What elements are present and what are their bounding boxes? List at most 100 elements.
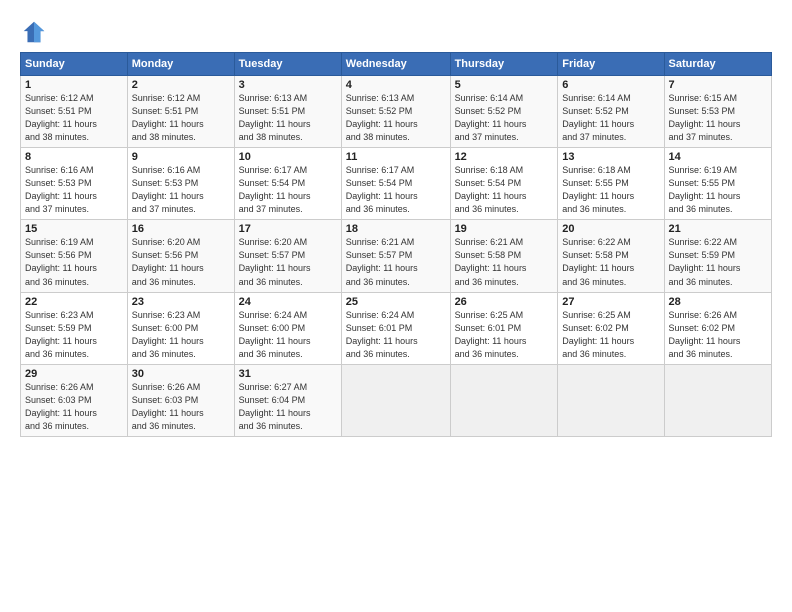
calendar-header-thursday: Thursday — [450, 53, 558, 76]
calendar-cell: 15Sunrise: 6:19 AMSunset: 5:56 PMDayligh… — [21, 220, 128, 292]
calendar-cell — [664, 364, 771, 436]
day-number: 1 — [25, 79, 123, 91]
day-info: Sunrise: 6:25 AMSunset: 6:01 PMDaylight:… — [455, 309, 554, 361]
day-number: 2 — [132, 79, 230, 91]
calendar-cell — [450, 364, 558, 436]
day-info: Sunrise: 6:22 AMSunset: 5:59 PMDaylight:… — [669, 236, 767, 288]
calendar-week-2: 8Sunrise: 6:16 AMSunset: 5:53 PMDaylight… — [21, 148, 772, 220]
calendar-cell: 12Sunrise: 6:18 AMSunset: 5:54 PMDayligh… — [450, 148, 558, 220]
calendar-header-tuesday: Tuesday — [234, 53, 341, 76]
calendar-header-monday: Monday — [127, 53, 234, 76]
calendar-cell: 10Sunrise: 6:17 AMSunset: 5:54 PMDayligh… — [234, 148, 341, 220]
day-number: 30 — [132, 368, 230, 380]
calendar-cell: 27Sunrise: 6:25 AMSunset: 6:02 PMDayligh… — [558, 292, 664, 364]
day-number: 17 — [239, 223, 337, 235]
day-number: 21 — [669, 223, 767, 235]
calendar-header-sunday: Sunday — [21, 53, 128, 76]
calendar-cell: 20Sunrise: 6:22 AMSunset: 5:58 PMDayligh… — [558, 220, 664, 292]
calendar-header-row: SundayMondayTuesdayWednesdayThursdayFrid… — [21, 53, 772, 76]
day-info: Sunrise: 6:26 AMSunset: 6:02 PMDaylight:… — [669, 309, 767, 361]
day-info: Sunrise: 6:15 AMSunset: 5:53 PMDaylight:… — [669, 92, 767, 144]
day-number: 19 — [455, 223, 554, 235]
day-number: 10 — [239, 151, 337, 163]
day-number: 9 — [132, 151, 230, 163]
day-number: 31 — [239, 368, 337, 380]
day-info: Sunrise: 6:25 AMSunset: 6:02 PMDaylight:… — [562, 309, 659, 361]
day-info: Sunrise: 6:12 AMSunset: 5:51 PMDaylight:… — [132, 92, 230, 144]
day-info: Sunrise: 6:23 AMSunset: 6:00 PMDaylight:… — [132, 309, 230, 361]
page: SundayMondayTuesdayWednesdayThursdayFrid… — [0, 0, 792, 612]
day-number: 16 — [132, 223, 230, 235]
day-number: 24 — [239, 296, 337, 308]
day-number: 6 — [562, 79, 659, 91]
day-info: Sunrise: 6:18 AMSunset: 5:54 PMDaylight:… — [455, 164, 554, 216]
calendar-cell: 24Sunrise: 6:24 AMSunset: 6:00 PMDayligh… — [234, 292, 341, 364]
day-info: Sunrise: 6:26 AMSunset: 6:03 PMDaylight:… — [132, 381, 230, 433]
calendar: SundayMondayTuesdayWednesdayThursdayFrid… — [20, 52, 772, 437]
calendar-cell: 23Sunrise: 6:23 AMSunset: 6:00 PMDayligh… — [127, 292, 234, 364]
calendar-cell — [558, 364, 664, 436]
calendar-cell: 16Sunrise: 6:20 AMSunset: 5:56 PMDayligh… — [127, 220, 234, 292]
day-number: 5 — [455, 79, 554, 91]
calendar-cell: 18Sunrise: 6:21 AMSunset: 5:57 PMDayligh… — [341, 220, 450, 292]
day-info: Sunrise: 6:21 AMSunset: 5:57 PMDaylight:… — [346, 236, 446, 288]
calendar-cell: 9Sunrise: 6:16 AMSunset: 5:53 PMDaylight… — [127, 148, 234, 220]
day-info: Sunrise: 6:27 AMSunset: 6:04 PMDaylight:… — [239, 381, 337, 433]
day-info: Sunrise: 6:18 AMSunset: 5:55 PMDaylight:… — [562, 164, 659, 216]
calendar-cell: 2Sunrise: 6:12 AMSunset: 5:51 PMDaylight… — [127, 76, 234, 148]
day-info: Sunrise: 6:17 AMSunset: 5:54 PMDaylight:… — [346, 164, 446, 216]
day-number: 27 — [562, 296, 659, 308]
day-number: 8 — [25, 151, 123, 163]
day-info: Sunrise: 6:16 AMSunset: 5:53 PMDaylight:… — [25, 164, 123, 216]
day-info: Sunrise: 6:24 AMSunset: 6:01 PMDaylight:… — [346, 309, 446, 361]
calendar-cell: 30Sunrise: 6:26 AMSunset: 6:03 PMDayligh… — [127, 364, 234, 436]
calendar-week-4: 22Sunrise: 6:23 AMSunset: 5:59 PMDayligh… — [21, 292, 772, 364]
day-number: 18 — [346, 223, 446, 235]
logo-icon — [20, 18, 48, 46]
day-info: Sunrise: 6:17 AMSunset: 5:54 PMDaylight:… — [239, 164, 337, 216]
logo — [20, 18, 50, 46]
calendar-week-1: 1Sunrise: 6:12 AMSunset: 5:51 PMDaylight… — [21, 76, 772, 148]
calendar-week-3: 15Sunrise: 6:19 AMSunset: 5:56 PMDayligh… — [21, 220, 772, 292]
calendar-header-saturday: Saturday — [664, 53, 771, 76]
calendar-week-5: 29Sunrise: 6:26 AMSunset: 6:03 PMDayligh… — [21, 364, 772, 436]
calendar-cell: 6Sunrise: 6:14 AMSunset: 5:52 PMDaylight… — [558, 76, 664, 148]
calendar-cell: 3Sunrise: 6:13 AMSunset: 5:51 PMDaylight… — [234, 76, 341, 148]
day-number: 12 — [455, 151, 554, 163]
calendar-cell: 29Sunrise: 6:26 AMSunset: 6:03 PMDayligh… — [21, 364, 128, 436]
calendar-cell: 13Sunrise: 6:18 AMSunset: 5:55 PMDayligh… — [558, 148, 664, 220]
calendar-cell: 25Sunrise: 6:24 AMSunset: 6:01 PMDayligh… — [341, 292, 450, 364]
day-number: 22 — [25, 296, 123, 308]
day-number: 14 — [669, 151, 767, 163]
day-number: 13 — [562, 151, 659, 163]
calendar-cell: 21Sunrise: 6:22 AMSunset: 5:59 PMDayligh… — [664, 220, 771, 292]
day-info: Sunrise: 6:14 AMSunset: 5:52 PMDaylight:… — [562, 92, 659, 144]
day-info: Sunrise: 6:12 AMSunset: 5:51 PMDaylight:… — [25, 92, 123, 144]
day-info: Sunrise: 6:26 AMSunset: 6:03 PMDaylight:… — [25, 381, 123, 433]
calendar-cell: 5Sunrise: 6:14 AMSunset: 5:52 PMDaylight… — [450, 76, 558, 148]
day-number: 23 — [132, 296, 230, 308]
calendar-cell: 4Sunrise: 6:13 AMSunset: 5:52 PMDaylight… — [341, 76, 450, 148]
calendar-cell: 19Sunrise: 6:21 AMSunset: 5:58 PMDayligh… — [450, 220, 558, 292]
calendar-cell: 8Sunrise: 6:16 AMSunset: 5:53 PMDaylight… — [21, 148, 128, 220]
calendar-cell: 22Sunrise: 6:23 AMSunset: 5:59 PMDayligh… — [21, 292, 128, 364]
day-number: 25 — [346, 296, 446, 308]
calendar-cell: 28Sunrise: 6:26 AMSunset: 6:02 PMDayligh… — [664, 292, 771, 364]
day-info: Sunrise: 6:19 AMSunset: 5:56 PMDaylight:… — [25, 236, 123, 288]
day-info: Sunrise: 6:16 AMSunset: 5:53 PMDaylight:… — [132, 164, 230, 216]
day-info: Sunrise: 6:13 AMSunset: 5:51 PMDaylight:… — [239, 92, 337, 144]
day-info: Sunrise: 6:20 AMSunset: 5:57 PMDaylight:… — [239, 236, 337, 288]
day-info: Sunrise: 6:23 AMSunset: 5:59 PMDaylight:… — [25, 309, 123, 361]
day-number: 15 — [25, 223, 123, 235]
calendar-cell — [341, 364, 450, 436]
day-number: 29 — [25, 368, 123, 380]
day-number: 11 — [346, 151, 446, 163]
day-info: Sunrise: 6:14 AMSunset: 5:52 PMDaylight:… — [455, 92, 554, 144]
day-number: 28 — [669, 296, 767, 308]
calendar-cell: 11Sunrise: 6:17 AMSunset: 5:54 PMDayligh… — [341, 148, 450, 220]
day-info: Sunrise: 6:22 AMSunset: 5:58 PMDaylight:… — [562, 236, 659, 288]
day-number: 26 — [455, 296, 554, 308]
day-number: 7 — [669, 79, 767, 91]
calendar-cell: 14Sunrise: 6:19 AMSunset: 5:55 PMDayligh… — [664, 148, 771, 220]
header — [20, 18, 772, 46]
